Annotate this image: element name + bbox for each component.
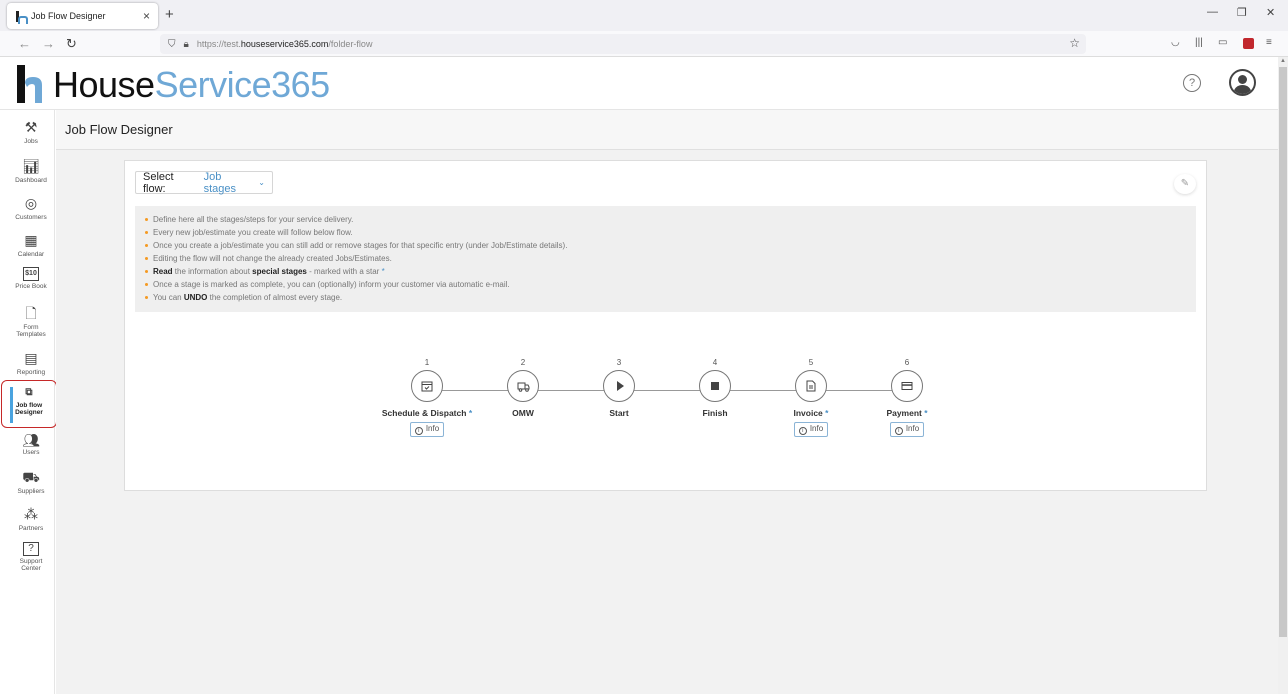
stage-finish[interactable]: 4 Finish: [667, 356, 763, 418]
tab-close-icon[interactable]: ×: [143, 9, 150, 23]
info-line: Define here all the stages/steps for you…: [145, 213, 1184, 226]
truck-icon[interactable]: [507, 370, 539, 402]
url-text: https://test.houseservice365.com/folder-…: [196, 39, 373, 49]
info-line: Read the information about special stage…: [145, 265, 1184, 278]
sidebar-item-price-book[interactable]: $10 Price Book: [0, 267, 62, 290]
sidebar-item-support-center[interactable]: ? Support Center: [0, 542, 62, 572]
calendar-check-icon[interactable]: [411, 370, 443, 402]
info-line: You can UNDO the completion of almost ev…: [145, 291, 1184, 304]
sidebar-item-users[interactable]: 👥︎ Users: [0, 433, 62, 456]
tools-icon: ⚒: [24, 119, 38, 135]
support-icon: ?: [23, 542, 39, 556]
info-button[interactable]: i Info: [793, 422, 829, 437]
info-line: Editing the flow will not change the alr…: [145, 252, 1184, 265]
help-icon[interactable]: ?: [1183, 74, 1201, 92]
logo-text: HouseService365: [53, 64, 330, 105]
forward-icon[interactable]: →: [42, 36, 55, 51]
extension-icon[interactable]: [1243, 38, 1254, 49]
sidebar-item-dashboard[interactable]: 📊︎ Dashboard: [0, 157, 62, 184]
price-icon: $10: [23, 267, 39, 281]
sidebar-item-jobs[interactable]: ⚒ Jobs: [0, 118, 62, 145]
page-scrollbar[interactable]: ▲: [1278, 57, 1288, 694]
tab-title: Job Flow Designer: [31, 11, 106, 21]
main-content: Job Flow Designer Select flow: Job stage…: [56, 110, 1278, 694]
shield-icon: ⛉: [168, 38, 176, 50]
scroll-up-icon[interactable]: ▲: [1280, 58, 1286, 64]
card-icon[interactable]: [891, 370, 923, 402]
stage-start[interactable]: 3 Start: [571, 356, 667, 418]
partners-icon: ⁂: [24, 506, 38, 522]
minimize-icon[interactable]: —: [1207, 6, 1218, 18]
info-line: Every new job/estimate you create will f…: [145, 226, 1184, 239]
reload-icon[interactable]: ↻: [66, 36, 77, 52]
flow-icon: ⧉: [25, 387, 33, 398]
stage-payment[interactable]: 6 Payment * i Info: [859, 356, 955, 437]
users-icon: 👥︎: [22, 432, 40, 448]
browser-navbar: ← → ↻ ⛉ 🔒︎ https://test.houseservice365.…: [0, 31, 1288, 57]
sidebar-item-calendar[interactable]: ▦ Calendar: [0, 231, 62, 258]
sidebar-item-customers[interactable]: ◎ Customers: [0, 194, 62, 221]
play-icon[interactable]: [603, 370, 635, 402]
pocket-icon[interactable]: ◡: [1171, 37, 1180, 48]
form-icon: 🗋︎: [25, 305, 37, 321]
sidebar-item-form-templates[interactable]: 🗋︎ Form Templates: [0, 304, 62, 338]
logo-icon: [17, 65, 42, 103]
restore-icon[interactable]: ❐: [1237, 6, 1247, 19]
menu-icon[interactable]: ≡: [1266, 37, 1272, 48]
sidebar-item-job-flow-designer[interactable]: ⧉ Job flow Designer: [1, 380, 57, 428]
page-title: Job Flow Designer: [65, 122, 173, 137]
library-icon[interactable]: |||: [1195, 37, 1203, 48]
sidebar-toggle-icon[interactable]: ▭: [1218, 37, 1227, 48]
sidebar-item-partners[interactable]: ⁂ Partners: [0, 505, 62, 532]
page-title-bar: Job Flow Designer: [56, 110, 1278, 150]
lock-icon: 🔒︎: [183, 38, 189, 50]
sidebar-item-reporting[interactable]: ▤ Reporting: [0, 349, 62, 376]
target-icon: ◎: [24, 195, 38, 211]
browser-tab[interactable]: Job Flow Designer ×: [7, 3, 158, 29]
calendar-icon: ▦: [24, 232, 38, 248]
stage-omw[interactable]: 2 OMW: [475, 356, 571, 418]
sidebar: ⚒ Jobs 📊︎ Dashboard ◎ Customers ▦ Calend…: [0, 110, 57, 694]
scrollbar-thumb[interactable]: [1279, 67, 1287, 637]
favicon-icon: [15, 10, 28, 24]
truck-icon: ⛟: [22, 469, 40, 485]
edit-pencil-icon[interactable]: ✎: [1174, 174, 1196, 194]
browser-tabbar: Job Flow Designer × + — ❐ ✕: [0, 0, 1288, 31]
chart-icon: 📊︎: [22, 158, 40, 174]
flow-card: Select flow: Job stages ⌄ ✎ Define here …: [124, 160, 1207, 491]
close-window-icon[interactable]: ✕: [1266, 6, 1275, 19]
bookmark-star-icon[interactable]: ☆: [1069, 36, 1080, 50]
info-button[interactable]: i Info: [889, 422, 925, 437]
info-box: Define here all the stages/steps for you…: [135, 206, 1196, 312]
info-button[interactable]: i Info: [409, 422, 445, 437]
url-bar[interactable]: ⛉ 🔒︎ https://test.houseservice365.com/fo…: [160, 34, 1086, 54]
stage-invoice[interactable]: 5 Invoice * i Info: [763, 356, 859, 437]
stages-flow: 1 Schedule & Dispatch * i Info 2 OMW 3 St…: [125, 356, 1208, 456]
stage-schedule-dispatch[interactable]: 1 Schedule & Dispatch * i Info: [379, 356, 475, 437]
sidebar-item-suppliers[interactable]: ⛟ Suppliers: [0, 468, 62, 495]
new-tab-button[interactable]: +: [165, 6, 174, 23]
select-flow-value: Job stages: [203, 170, 237, 195]
info-line: Once you create a job/estimate you can s…: [145, 239, 1184, 252]
avatar[interactable]: [1229, 69, 1256, 96]
select-flow-label: Select flow:: [143, 170, 174, 195]
back-icon[interactable]: ←: [18, 36, 31, 51]
stop-icon[interactable]: [699, 370, 731, 402]
chevron-down-icon: ⌄: [258, 178, 265, 187]
document-icon[interactable]: [795, 370, 827, 402]
app-header: HouseService365 ?: [0, 57, 1278, 110]
select-flow-dropdown[interactable]: Select flow: Job stages ⌄: [135, 170, 273, 195]
info-line: Once a stage is marked as complete, you …: [145, 278, 1184, 291]
report-icon: ▤: [24, 350, 38, 366]
